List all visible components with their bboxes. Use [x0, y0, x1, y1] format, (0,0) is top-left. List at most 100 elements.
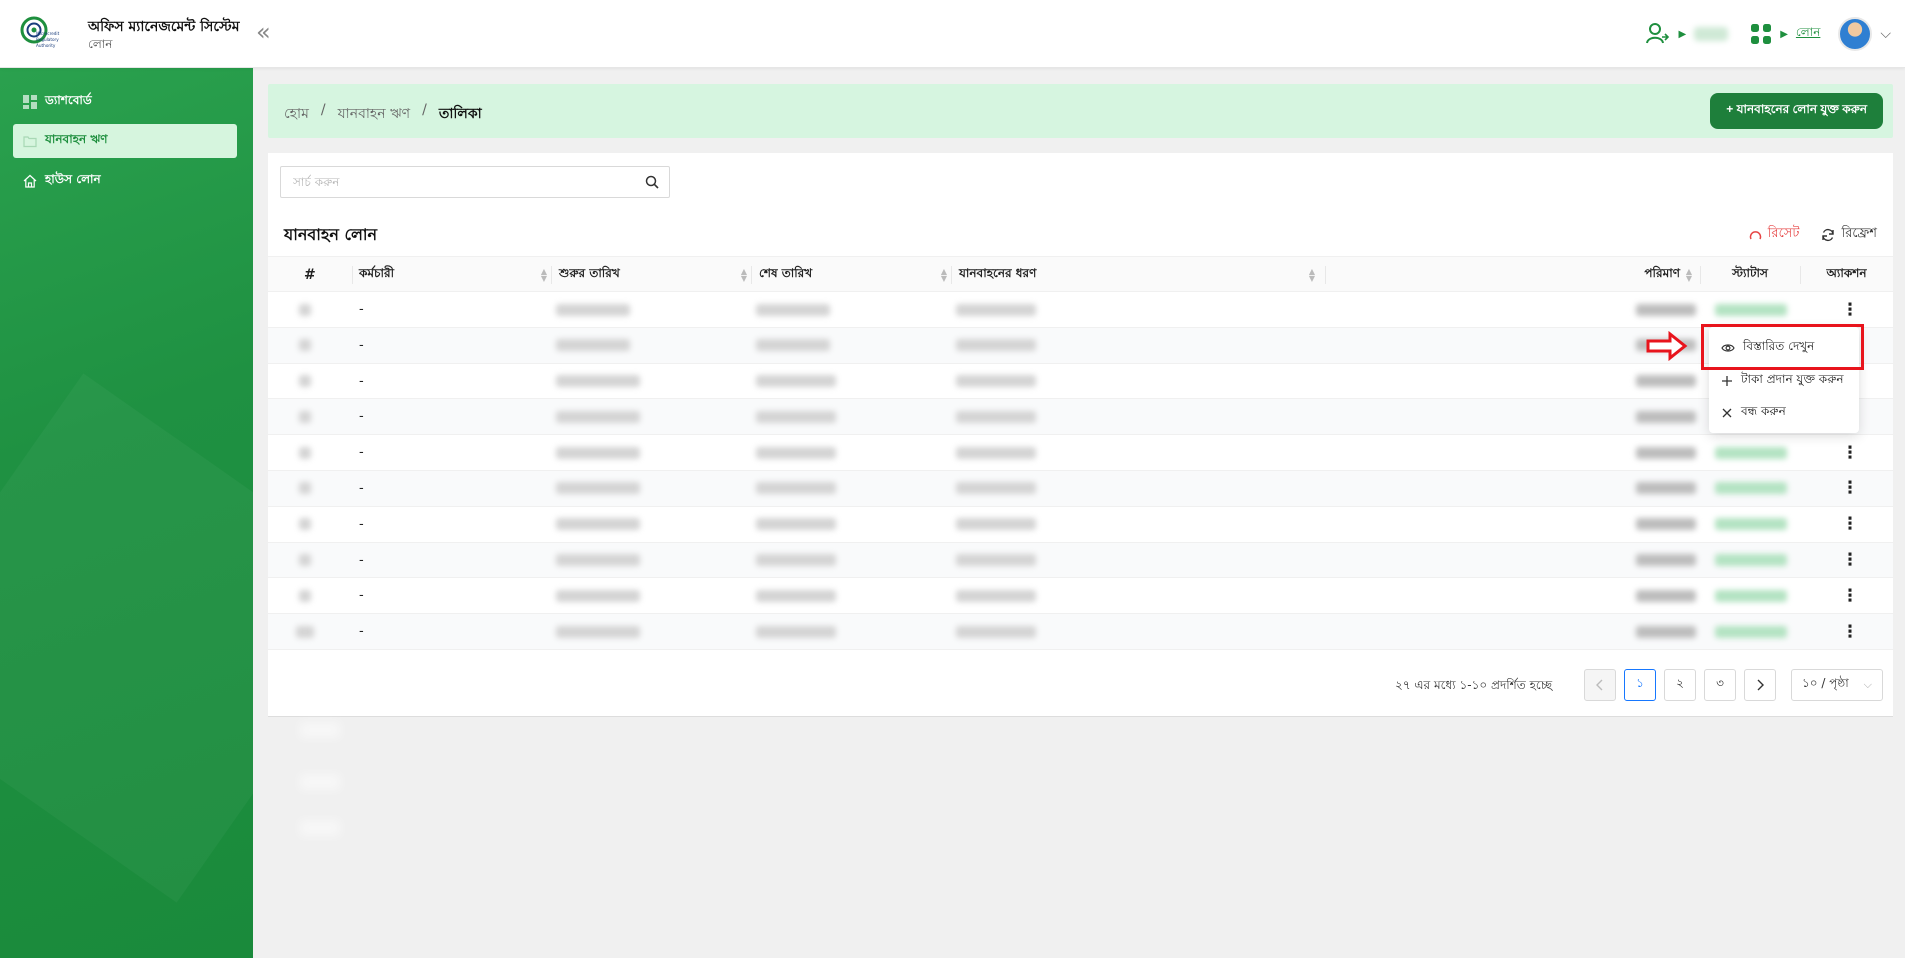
- cell-amount-blurred: [1636, 518, 1696, 531]
- sidebar-item-label: হাউস লোন: [45, 172, 101, 186]
- cell-employee: -: [359, 302, 364, 317]
- row-index-blurred: [299, 375, 311, 388]
- cell-amount-blurred: [1636, 303, 1696, 316]
- reset-button[interactable]: রিসেট: [1749, 224, 1799, 245]
- row-actions-button[interactable]: ⋮: [1840, 435, 1860, 470]
- row-index-blurred: [296, 625, 314, 638]
- logo-icon: Microcredit Regulatory Authority: [20, 16, 60, 48]
- sort-icon[interactable]: ▲ ▼: [941, 268, 947, 283]
- sort-icon[interactable]: ▲ ▼: [1686, 268, 1692, 283]
- col-vehicle-type[interactable]: যানবাহনের ধরণ ▲ ▼: [959, 257, 1323, 293]
- sidebar: ড্যাশবোর্ড যানবাহন ঋণ হাউস লোন: [0, 68, 253, 958]
- table-toolbar: রিসেট রিফ্রেশ: [1749, 224, 1877, 245]
- cell-end-date-blurred: [756, 518, 836, 531]
- row-actions-button[interactable]: ⋮: [1840, 543, 1860, 578]
- breadcrumb-bar: হোম / যানবাহন ঋণ / তালিকা + যানবাহনের লো…: [268, 84, 1893, 138]
- avatar[interactable]: [1838, 17, 1873, 51]
- cell-status-blurred: [1715, 554, 1787, 567]
- table-row: - ⋮: [268, 507, 1893, 543]
- cell-start-date-blurred: [556, 554, 640, 567]
- cell-status-blurred: [1715, 625, 1787, 638]
- cell-status-blurred: [1715, 303, 1787, 316]
- breadcrumb-home[interactable]: হোম: [284, 102, 309, 126]
- user-switch-icon[interactable]: [1645, 21, 1671, 47]
- refresh-label: রিফ্রেশ: [1841, 226, 1877, 241]
- col-end-date[interactable]: শেষ তারিখ ▲ ▼: [759, 257, 955, 293]
- cell-vehicle-type-blurred: [956, 482, 1036, 495]
- menu-item-label: বন্ধ করুন: [1741, 404, 1786, 418]
- sidebar-item-vehicle-loan[interactable]: যানবাহন ঋণ: [13, 124, 237, 158]
- page-size-select[interactable]: ১০ / পৃষ্ঠা ⌵: [1791, 669, 1883, 701]
- cell-vehicle-type-blurred: [956, 375, 1036, 388]
- app-header: Microcredit Regulatory Authority অফিস ম্…: [0, 0, 1905, 68]
- search-input[interactable]: [281, 167, 621, 197]
- plus-icon: [1722, 376, 1732, 386]
- cell-end-date-blurred: [756, 554, 836, 567]
- view-details-menu-item[interactable]: বিস্তারিত দেখুন: [1709, 334, 1859, 362]
- module-link[interactable]: লোন: [1796, 24, 1820, 44]
- menu-item-label: বিস্তারিত দেখুন: [1743, 339, 1815, 353]
- page-2-button[interactable]: ২: [1664, 669, 1696, 701]
- cell-start-date-blurred: [556, 303, 630, 316]
- col-employee[interactable]: কর্মচারী ▲ ▼: [359, 257, 555, 293]
- row-index-blurred: [299, 339, 311, 352]
- prev-page-button[interactable]: [1584, 669, 1616, 701]
- add-vehicle-loan-button[interactable]: + যানবাহনের লোন যুক্ত করুন: [1710, 93, 1883, 129]
- row-index-blurred: [299, 518, 311, 531]
- col-start-date-label: শুরুর তারিখ: [559, 266, 620, 280]
- sort-icon[interactable]: ▲ ▼: [741, 268, 747, 283]
- sort-icon[interactable]: ▲ ▼: [541, 268, 547, 283]
- refresh-button[interactable]: রিফ্রেশ: [1821, 224, 1877, 245]
- refresh-icon: [1822, 228, 1835, 241]
- sort-icon[interactable]: ▲ ▼: [1309, 268, 1315, 283]
- next-page-button[interactable]: [1744, 669, 1776, 701]
- col-amount[interactable]: পরিমাণ ▲ ▼: [1568, 257, 1700, 293]
- sidebar-item-house-loan[interactable]: হাউস লোন: [13, 164, 237, 198]
- col-start-date[interactable]: শুরুর তারিখ ▲ ▼: [559, 257, 755, 293]
- cell-start-date-blurred: [556, 410, 640, 423]
- cell-end-date-blurred: [756, 410, 836, 423]
- col-end-date-label: শেষ তারিখ: [759, 266, 813, 280]
- page-3-button[interactable]: ৩: [1704, 669, 1736, 701]
- cell-end-date-blurred: [756, 446, 836, 459]
- cell-start-date-blurred: [556, 446, 640, 459]
- cell-vehicle-type-blurred: [956, 339, 1036, 352]
- background-mark: [300, 774, 340, 790]
- cell-start-date-blurred: [556, 625, 640, 638]
- col-employee-label: কর্মচারী: [359, 266, 395, 280]
- cell-employee: -: [359, 373, 364, 389]
- cell-status-blurred: [1715, 446, 1787, 459]
- user-name-blurred: [1694, 27, 1729, 41]
- cell-amount-blurred: [1636, 410, 1696, 423]
- col-vehicle-type-label: যানবাহনের ধরণ: [959, 266, 1037, 280]
- col-index: #: [304, 267, 316, 283]
- row-actions-button[interactable]: ⋮: [1840, 292, 1860, 327]
- search-icon[interactable]: [645, 175, 659, 189]
- add-payment-menu-item[interactable]: টাকা প্রদান যুক্ত করুন: [1709, 367, 1859, 395]
- background-mark: [300, 722, 340, 738]
- cell-start-date-blurred: [556, 375, 640, 388]
- row-actions-button[interactable]: ⋮: [1840, 614, 1860, 649]
- home-icon: [23, 174, 37, 188]
- breadcrumb-section[interactable]: যানবাহন ঋণ: [338, 102, 411, 126]
- row-actions-button[interactable]: ⋮: [1840, 578, 1860, 613]
- collapse-sidebar-button[interactable]: «: [256, 20, 271, 44]
- row-actions-button[interactable]: ⋮: [1840, 507, 1860, 542]
- col-status: স্ট্যাটাস: [1732, 266, 1768, 280]
- chevron-down-icon[interactable]: ⌵: [1880, 26, 1891, 42]
- cell-end-date-blurred: [756, 625, 836, 638]
- col-action: অ্যাকশন: [1826, 266, 1867, 280]
- row-actions-button[interactable]: ⋮: [1840, 471, 1860, 506]
- cell-start-date-blurred: [556, 482, 640, 495]
- page-1-button[interactable]: ১: [1624, 669, 1656, 701]
- header-actions: ▶ ▶ লোন ⌵: [1645, 14, 1891, 54]
- cell-amount-blurred: [1636, 589, 1696, 602]
- page-size-value: ১০ / পৃষ্ঠা: [1802, 676, 1849, 690]
- cell-vehicle-type-blurred: [956, 554, 1036, 567]
- sidebar-item-dashboard[interactable]: ড্যাশবোর্ড: [13, 85, 237, 119]
- close-loan-menu-item[interactable]: বন্ধ করুন: [1709, 399, 1859, 427]
- cell-amount-blurred: [1636, 482, 1696, 495]
- loan-list-card: যানবাহন লোন রিসেট রিফ্রেশ # কর্মচারী ▲▼ …: [268, 153, 1893, 717]
- row-index-blurred: [299, 554, 311, 567]
- apps-grid-icon[interactable]: [1750, 23, 1772, 45]
